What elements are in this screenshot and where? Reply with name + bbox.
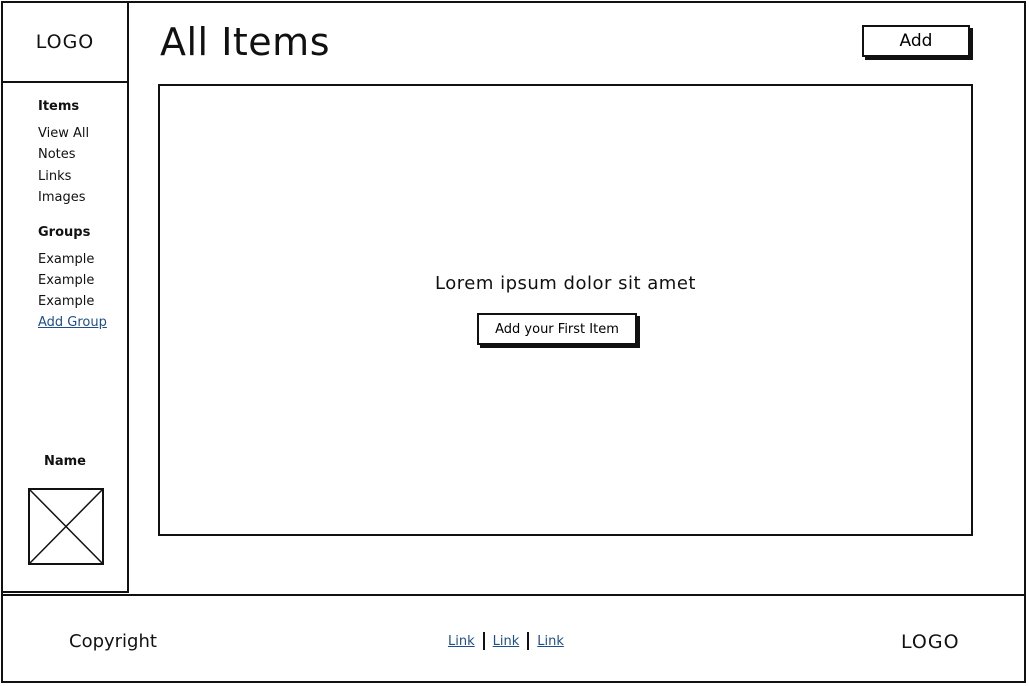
items-section-title: Items xyxy=(38,99,80,114)
sidebar-group-example-2[interactable]: Example xyxy=(38,273,94,288)
footer-link-divider xyxy=(527,632,530,650)
page-title: All Items xyxy=(160,20,330,64)
footer-link-2[interactable]: Link xyxy=(493,634,520,649)
groups-section-title: Groups xyxy=(38,225,91,240)
user-name: Name xyxy=(43,454,86,469)
footer-link-1[interactable]: Link xyxy=(448,634,475,649)
sidebar-item-notes[interactable]: Notes xyxy=(38,147,76,162)
sidebar-item-images[interactable]: Images xyxy=(38,190,86,205)
footer-copyright: Copyright xyxy=(69,631,157,652)
sidebar-item-links[interactable]: Links xyxy=(38,169,71,184)
empty-state-message: Lorem ipsum dolor sit amet xyxy=(435,273,696,294)
add-button[interactable]: Add xyxy=(862,25,970,57)
add-first-item-button[interactable]: Add your First Item xyxy=(477,313,637,345)
sidebar-group-example-3[interactable]: Example xyxy=(38,294,94,309)
sidebar-item-view-all[interactable]: View All xyxy=(38,126,89,141)
footer: Copyright Link Link Link LOGO xyxy=(1,594,1026,684)
footer-logo: LOGO xyxy=(901,631,960,653)
footer-links: Link Link Link xyxy=(448,632,564,650)
sidebar-logo: LOGO xyxy=(3,3,127,83)
footer-link-3[interactable]: Link xyxy=(537,634,564,649)
content-panel: Lorem ipsum dolor sit amet Add your Firs… xyxy=(158,84,973,536)
footer-link-divider xyxy=(482,632,485,650)
sidebar-group-example-1[interactable]: Example xyxy=(38,252,94,267)
image-placeholder-icon[interactable] xyxy=(28,488,104,565)
add-group-link[interactable]: Add Group xyxy=(38,315,107,330)
sidebar: LOGO Items View All Notes Links Images G… xyxy=(1,1,129,593)
